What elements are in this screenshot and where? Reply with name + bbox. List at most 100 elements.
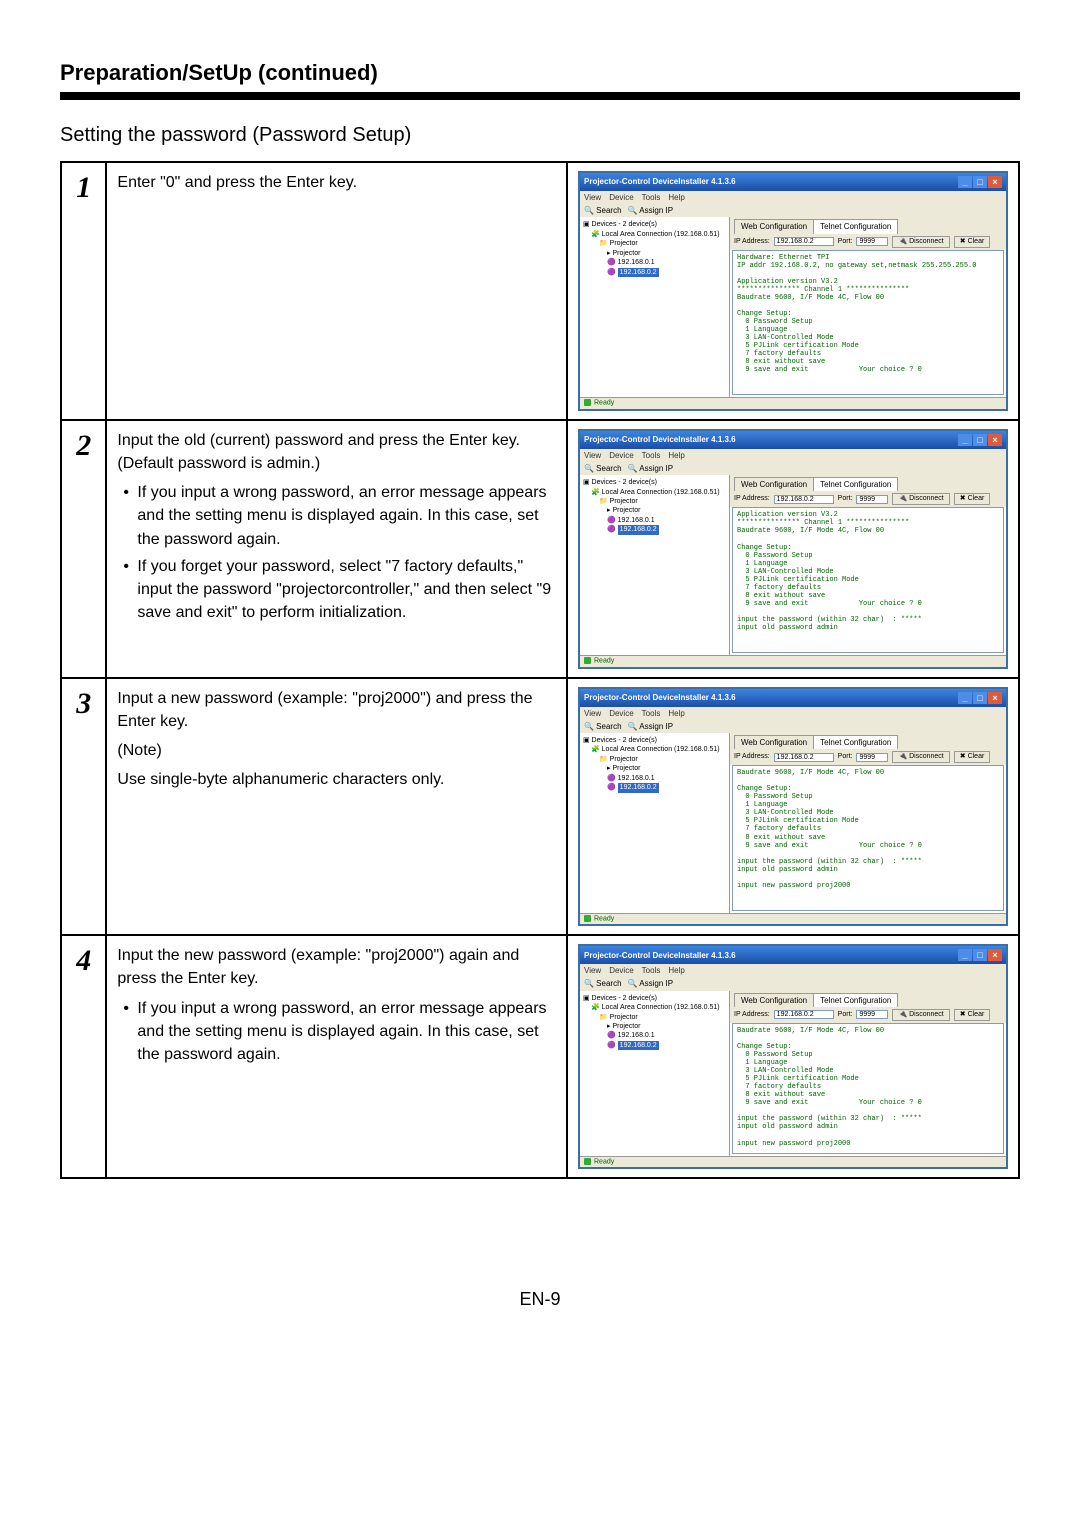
clear-button[interactable]: ✖ Clear	[954, 1009, 991, 1021]
close-button[interactable]: ×	[988, 176, 1002, 188]
maximize-button[interactable]: □	[973, 949, 987, 961]
close-button[interactable]: ×	[988, 692, 1002, 704]
device-tree[interactable]: ▣ Devices - 2 device(s) 🧩 Local Area Con…	[580, 475, 730, 655]
ip-input[interactable]	[774, 753, 834, 762]
toolbar-button[interactable]: 🔍 Assign IP	[628, 979, 674, 988]
tree-sub[interactable]: ▸ Projector	[583, 249, 726, 258]
minimize-button[interactable]: _	[958, 176, 972, 188]
toolbar-button[interactable]: 🔍 Assign IP	[628, 722, 674, 731]
tree-group[interactable]: 📁 Projector	[583, 239, 726, 248]
disconnect-button[interactable]: 🔌 Disconnect	[892, 751, 949, 763]
menu-item[interactable]: View	[584, 451, 601, 460]
minimize-button[interactable]: _	[958, 949, 972, 961]
menu-item[interactable]: Device	[609, 966, 633, 975]
menu-item[interactable]: Help	[668, 451, 684, 460]
menu-item[interactable]: Help	[668, 709, 684, 718]
menu-item[interactable]: Help	[668, 966, 684, 975]
ip-label: IP Address:	[734, 753, 770, 761]
tree-root[interactable]: ▣ Devices - 2 device(s)	[583, 736, 726, 745]
step-number: 2	[61, 420, 106, 678]
tree-ip-selected[interactable]: 🟣 192.168.0.2	[583, 525, 726, 534]
tree-lan[interactable]: 🧩 Local Area Connection (192.168.0.51)	[583, 488, 726, 497]
ip-input[interactable]	[774, 1010, 834, 1019]
menu-item[interactable]: Tools	[642, 709, 661, 718]
tree-sub[interactable]: ▸ Projector	[583, 764, 726, 773]
maximize-button[interactable]: □	[973, 176, 987, 188]
tab-web[interactable]: Web Configuration	[734, 477, 814, 491]
menu-item[interactable]: Device	[609, 709, 633, 718]
toolbar-button[interactable]: 🔍 Assign IP	[628, 464, 674, 473]
tree-ip-selected[interactable]: 🟣 192.168.0.2	[583, 268, 726, 277]
close-button[interactable]: ×	[988, 949, 1002, 961]
ip-input[interactable]	[774, 237, 834, 246]
close-button[interactable]: ×	[988, 434, 1002, 446]
disconnect-button[interactable]: 🔌 Disconnect	[892, 1009, 949, 1021]
tab-telnet[interactable]: Telnet Configuration	[813, 219, 898, 233]
tree-sub[interactable]: ▸ Projector	[583, 1022, 726, 1031]
clear-button[interactable]: ✖ Clear	[954, 236, 991, 248]
tree-group[interactable]: 📁 Projector	[583, 755, 726, 764]
ip-input[interactable]	[774, 495, 834, 504]
tree-ip-selected[interactable]: 🟣 192.168.0.2	[583, 1041, 726, 1050]
tab-telnet[interactable]: Telnet Configuration	[813, 477, 898, 491]
tree-ip[interactable]: 🟣 192.168.0.1	[583, 1031, 726, 1040]
maximize-button[interactable]: □	[973, 434, 987, 446]
menu-item[interactable]: Help	[668, 193, 684, 202]
maximize-button[interactable]: □	[973, 692, 987, 704]
tree-group[interactable]: 📁 Projector	[583, 497, 726, 506]
port-input[interactable]	[856, 495, 888, 504]
port-input[interactable]	[856, 237, 888, 246]
toolbar-button[interactable]: 🔍 Search	[584, 206, 622, 215]
port-label: Port:	[838, 238, 853, 246]
clear-button[interactable]: ✖ Clear	[954, 751, 991, 763]
toolbar-button[interactable]: 🔍 Search	[584, 979, 622, 988]
port-input[interactable]	[856, 753, 888, 762]
tree-root[interactable]: ▣ Devices - 2 device(s)	[583, 478, 726, 487]
tab-web[interactable]: Web Configuration	[734, 993, 814, 1007]
tree-lan[interactable]: 🧩 Local Area Connection (192.168.0.51)	[583, 745, 726, 754]
device-tree[interactable]: ▣ Devices - 2 device(s) 🧩 Local Area Con…	[580, 991, 730, 1156]
menu-bar: View Device Tools Help	[580, 449, 1006, 462]
port-input[interactable]	[856, 1010, 888, 1019]
step-number: 1	[61, 162, 106, 420]
minimize-button[interactable]: _	[958, 692, 972, 704]
telnet-terminal[interactable]: Baudrate 9600, I/F Mode 4C, Flow 00 Chan…	[732, 1023, 1004, 1154]
toolbar-button[interactable]: 🔍 Search	[584, 722, 622, 731]
menu-item[interactable]: Device	[609, 193, 633, 202]
menu-item[interactable]: Tools	[642, 193, 661, 202]
menu-item[interactable]: Tools	[642, 451, 661, 460]
connection-bar: IP Address: Port: 🔌 Disconnect ✖ Clear	[730, 491, 1006, 507]
telnet-terminal[interactable]: Baudrate 9600, I/F Mode 4C, Flow 00 Chan…	[732, 765, 1004, 911]
clear-button[interactable]: ✖ Clear	[954, 493, 991, 505]
tree-lan[interactable]: 🧩 Local Area Connection (192.168.0.51)	[583, 230, 726, 239]
minimize-button[interactable]: _	[958, 434, 972, 446]
menu-item[interactable]: View	[584, 193, 601, 202]
menu-item[interactable]: Tools	[642, 966, 661, 975]
step-number: 3	[61, 678, 106, 936]
disconnect-button[interactable]: 🔌 Disconnect	[892, 236, 949, 248]
tree-lan[interactable]: 🧩 Local Area Connection (192.168.0.51)	[583, 1003, 726, 1012]
tree-root[interactable]: ▣ Devices - 2 device(s)	[583, 994, 726, 1003]
tree-ip[interactable]: 🟣 192.168.0.1	[583, 516, 726, 525]
tab-telnet[interactable]: Telnet Configuration	[813, 993, 898, 1007]
toolbar-button[interactable]: 🔍 Assign IP	[628, 206, 674, 215]
tree-ip[interactable]: 🟣 192.168.0.1	[583, 774, 726, 783]
device-tree[interactable]: ▣ Devices - 2 device(s) 🧩 Local Area Con…	[580, 733, 730, 913]
tab-telnet[interactable]: Telnet Configuration	[813, 735, 898, 749]
menu-item[interactable]: View	[584, 709, 601, 718]
telnet-terminal[interactable]: Hardware: Ethernet TPI IP addr 192.168.0…	[732, 250, 1004, 396]
tree-group[interactable]: 📁 Projector	[583, 1013, 726, 1022]
tree-ip[interactable]: 🟣 192.168.0.1	[583, 258, 726, 267]
window-buttons: _□×	[957, 434, 1002, 446]
tree-root[interactable]: ▣ Devices - 2 device(s)	[583, 220, 726, 229]
menu-item[interactable]: View	[584, 966, 601, 975]
telnet-terminal[interactable]: Application version V3.2 ***************…	[732, 507, 1004, 653]
tab-web[interactable]: Web Configuration	[734, 735, 814, 749]
toolbar-button[interactable]: 🔍 Search	[584, 464, 622, 473]
menu-item[interactable]: Device	[609, 451, 633, 460]
tree-sub[interactable]: ▸ Projector	[583, 506, 726, 515]
device-tree[interactable]: ▣ Devices - 2 device(s) 🧩 Local Area Con…	[580, 217, 730, 397]
tab-web[interactable]: Web Configuration	[734, 219, 814, 233]
tree-ip-selected[interactable]: 🟣 192.168.0.2	[583, 783, 726, 792]
disconnect-button[interactable]: 🔌 Disconnect	[892, 493, 949, 505]
